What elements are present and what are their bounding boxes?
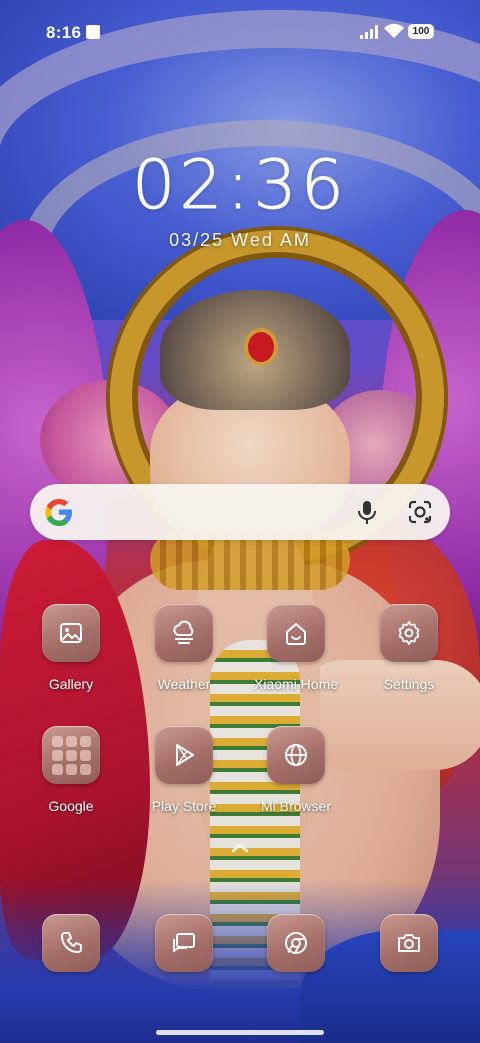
clock-date: 03/25 Wed AM	[169, 230, 311, 250]
messages-icon[interactable]	[155, 914, 213, 972]
app-label: Weather	[157, 676, 211, 692]
dock-chrome[interactable]	[246, 914, 346, 972]
dock-messages[interactable]	[134, 914, 234, 972]
notification-icon	[86, 25, 100, 39]
app-gallery[interactable]: Gallery	[21, 604, 121, 692]
phone-icon[interactable]	[42, 914, 100, 972]
google-search-bar[interactable]	[30, 484, 450, 540]
mic-icon[interactable]	[353, 498, 381, 526]
status-time: 8:16	[46, 23, 82, 42]
app-label: Google	[48, 798, 94, 814]
app-label: Mi Browser	[260, 798, 331, 814]
clock-time: 02:36	[132, 146, 348, 225]
browser-icon[interactable]	[267, 726, 325, 784]
app-xiaomi-home[interactable]: Xiaomi Home	[246, 604, 346, 692]
clock-widget[interactable]: 02:36 03/25 Wed AM	[0, 146, 480, 251]
folder-icon[interactable]	[42, 726, 100, 784]
wifi-icon	[384, 23, 404, 38]
swipe-up-chevron-icon[interactable]	[228, 840, 252, 856]
google-logo	[45, 499, 72, 526]
settings-icon[interactable]	[380, 604, 438, 662]
app-label: Play Store	[151, 798, 217, 814]
app-settings[interactable]: Settings	[359, 604, 459, 692]
camera-icon[interactable]	[380, 914, 438, 972]
app-mi-browser[interactable]: Mi Browser	[246, 726, 346, 814]
play-store-icon[interactable]	[155, 726, 213, 784]
signal-icon	[360, 25, 378, 39]
app-label: Gallery	[48, 676, 94, 692]
app-weather[interactable]: Weather	[134, 604, 234, 692]
app-label: Xiaomi Home	[253, 676, 339, 692]
weather-icon[interactable]	[155, 604, 213, 662]
app-play-store[interactable]: Play Store	[134, 726, 234, 814]
google-lens-icon[interactable]	[406, 498, 434, 526]
xiaomi-home-icon[interactable]	[267, 604, 325, 662]
folder-google[interactable]: Google	[21, 726, 121, 814]
gesture-nav-bar[interactable]	[156, 1030, 324, 1035]
battery-icon: 100	[408, 24, 434, 39]
dock-phone[interactable]	[21, 914, 121, 972]
chrome-icon[interactable]	[267, 914, 325, 972]
app-label: Settings	[383, 676, 435, 692]
status-bar: 8:16 100	[0, 0, 480, 64]
gallery-icon[interactable]	[42, 604, 100, 662]
dock-camera[interactable]	[359, 914, 459, 972]
